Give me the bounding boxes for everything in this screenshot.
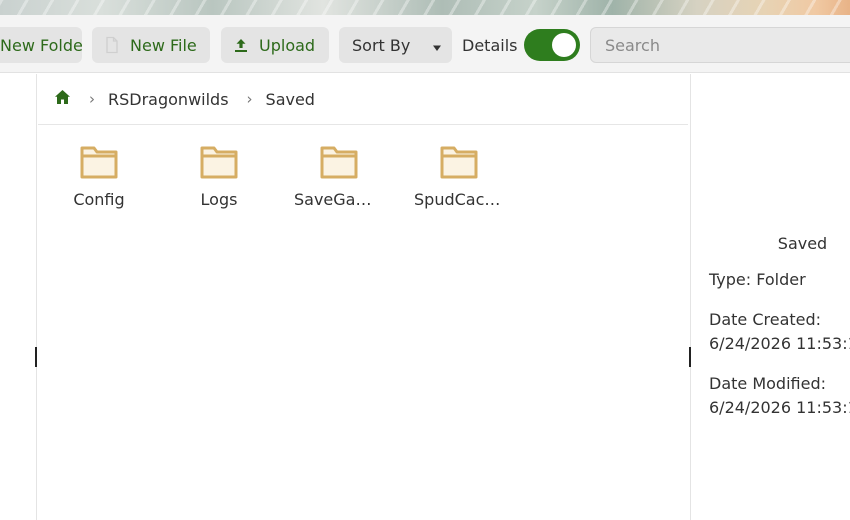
details-item-name: Saved <box>777 234 828 253</box>
left-resize-handle[interactable] <box>35 347 37 367</box>
right-panel-divider <box>690 74 691 520</box>
details-toggle[interactable] <box>524 29 580 61</box>
new-folder-button[interactable]: New Folder <box>0 27 82 63</box>
details-type: Type: Folder <box>709 268 806 292</box>
toolbar: New Folder New File Upload Sort By Detai… <box>0 15 850 73</box>
search-input[interactable] <box>590 27 850 63</box>
folder-item[interactable]: Config <box>44 144 154 224</box>
details-created-value: 6/24/2026 11:53:13 <box>709 334 850 353</box>
new-file-label: New File <box>130 35 197 55</box>
folder-item[interactable]: SaveGames <box>284 144 394 224</box>
details-created-label: Date Created: <box>709 310 822 329</box>
folder-name: SaveGames <box>294 190 390 209</box>
header-banner <box>0 0 850 15</box>
folder-name: SpudCache <box>414 190 505 209</box>
folder-item[interactable]: Logs <box>164 144 274 224</box>
breadcrumb-separator: › <box>89 90 95 108</box>
left-panel-divider <box>36 74 37 520</box>
home-icon[interactable] <box>54 89 71 109</box>
toggle-knob <box>552 33 576 57</box>
sort-by-label: Sort By <box>352 35 411 55</box>
folder-name: Config <box>73 190 125 209</box>
caret-down-icon <box>432 38 442 57</box>
breadcrumb: › RSDragonwilds › Saved <box>38 74 688 125</box>
file-browser-pane: › RSDragonwilds › Saved Config Logs Save… <box>38 74 688 520</box>
new-file-icon <box>104 36 120 54</box>
upload-button[interactable]: Upload <box>221 27 329 63</box>
new-file-button[interactable]: New File <box>92 27 210 63</box>
folder-icon <box>200 146 238 179</box>
new-folder-label: New Folder <box>0 35 82 55</box>
folder-item[interactable]: SpudCache <box>404 144 514 224</box>
upload-label: Upload <box>259 35 316 55</box>
upload-icon <box>233 37 249 53</box>
breadcrumb-item-saved[interactable]: Saved <box>266 90 315 109</box>
folder-icon <box>320 146 358 179</box>
details-modified-label: Date Modified: <box>709 374 826 393</box>
breadcrumb-separator: › <box>246 90 253 108</box>
details-modified-value: 6/24/2026 11:53:13 <box>709 398 850 417</box>
folder-icon <box>440 146 478 179</box>
details-panel: Saved Type: Folder Date Created: 6/24/20… <box>692 74 850 520</box>
right-resize-handle[interactable] <box>689 347 691 367</box>
breadcrumb-item-rsdragonwilds[interactable]: RSDragonwilds <box>108 90 229 109</box>
details-type-value: Folder <box>756 270 806 289</box>
sort-by-dropdown[interactable]: Sort By <box>339 27 452 63</box>
folder-icon <box>80 146 118 179</box>
details-type-label: Type: <box>709 270 752 289</box>
folder-name: Logs <box>200 190 238 209</box>
details-label: Details <box>462 36 518 55</box>
